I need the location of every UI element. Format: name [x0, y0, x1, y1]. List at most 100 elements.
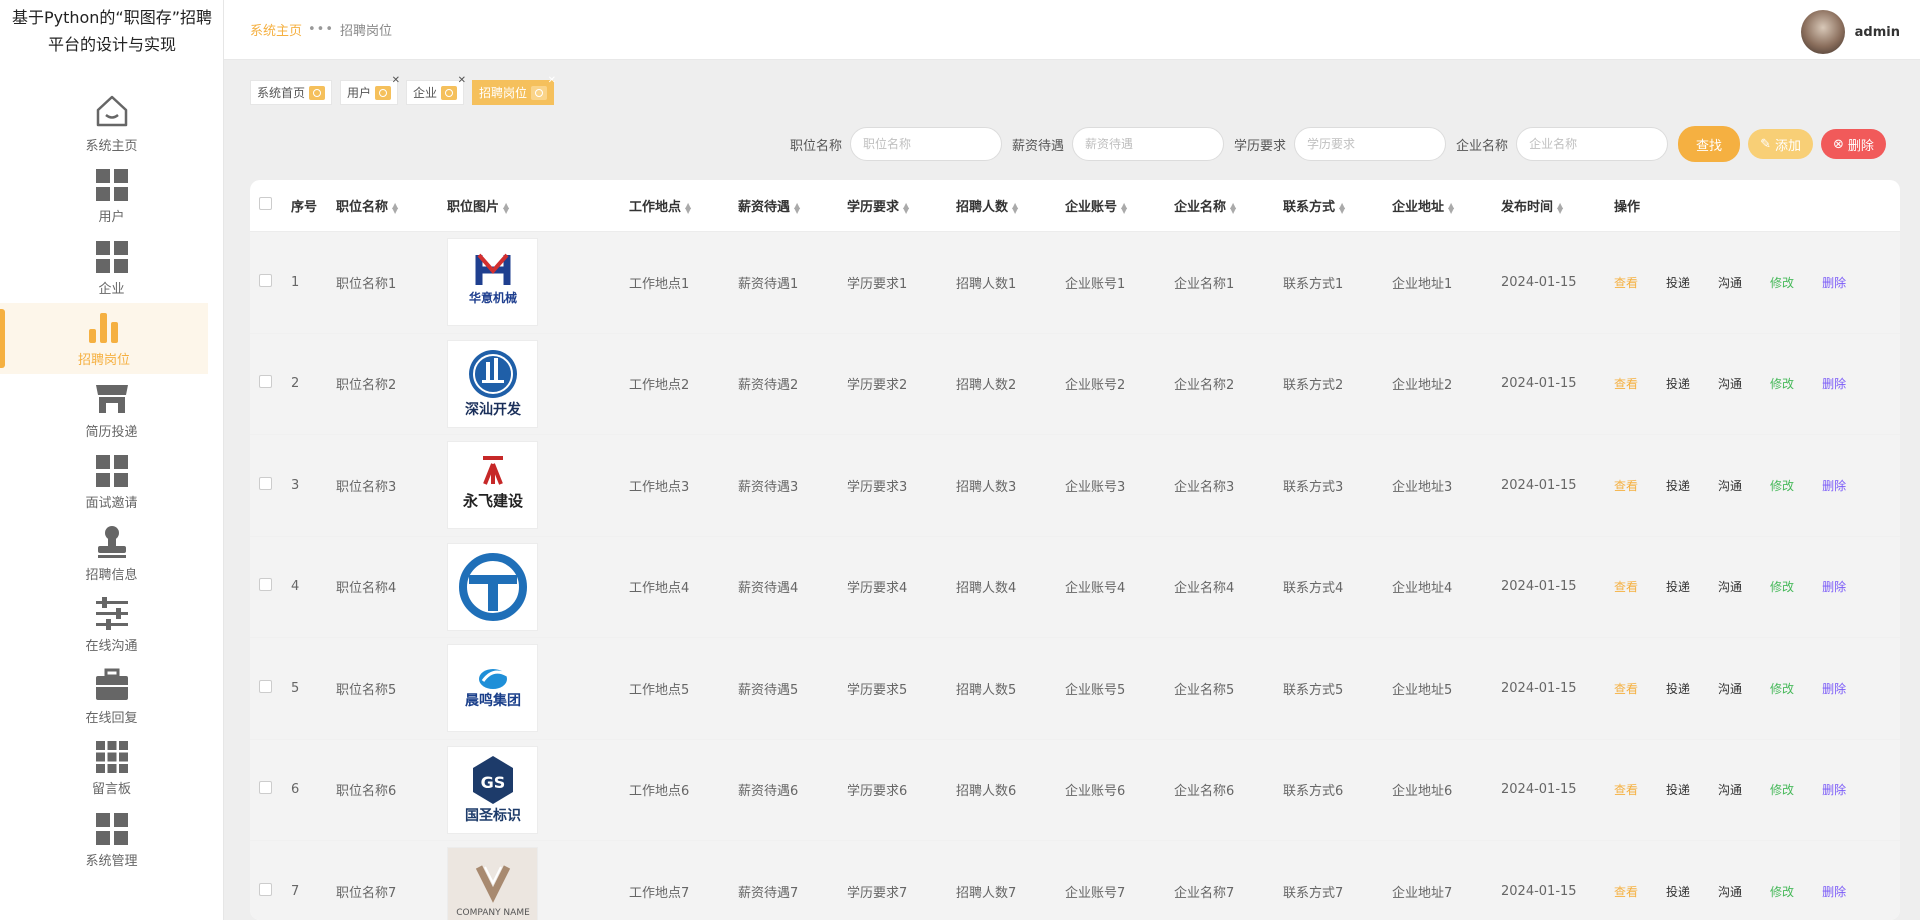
- chat-button[interactable]: 沟通: [1718, 477, 1742, 494]
- chat-button[interactable]: 沟通: [1718, 375, 1742, 392]
- chat-button[interactable]: 沟通: [1718, 680, 1742, 697]
- view-button[interactable]: 查看: [1614, 883, 1638, 900]
- col-header-education[interactable]: 学历要求 ▲ ▼: [847, 196, 956, 215]
- chat-button[interactable]: 沟通: [1718, 274, 1742, 291]
- col-header-address[interactable]: 企业地址 ▲ ▼: [1392, 196, 1501, 215]
- edit-button[interactable]: 修改: [1770, 680, 1794, 697]
- col-header-job-name[interactable]: 职位名称 ▲ ▼: [336, 196, 447, 215]
- delete-button[interactable]: 删除: [1822, 477, 1846, 494]
- avatar[interactable]: [1800, 10, 1845, 54]
- company-logo[interactable]: COMPANY NAME: [447, 847, 538, 920]
- company-logo[interactable]: [447, 542, 538, 631]
- breadcrumb-home[interactable]: 系统主页: [250, 20, 302, 39]
- chat-button[interactable]: 沟通: [1718, 578, 1742, 595]
- sidebar-item-jobs[interactable]: 招聘岗位: [0, 302, 208, 374]
- deliver-button[interactable]: 投递: [1666, 680, 1690, 697]
- col-header-time[interactable]: 发布时间 ▲ ▼: [1501, 196, 1614, 215]
- col-header-account[interactable]: 企业账号 ▲ ▼: [1065, 196, 1174, 215]
- col-header-count[interactable]: 招聘人数 ▲ ▼: [956, 196, 1065, 215]
- delete-button[interactable]: 删除: [1822, 781, 1846, 798]
- sidebar-item-interview[interactable]: 面试邀请: [0, 446, 223, 518]
- select-all-checkbox[interactable]: [259, 197, 272, 210]
- job-name-input[interactable]: [850, 127, 1003, 161]
- deliver-button[interactable]: 投递: [1666, 883, 1690, 900]
- deliver-button[interactable]: 投递: [1666, 477, 1690, 494]
- sidebar-item-recruit-info[interactable]: 招聘信息: [0, 517, 223, 589]
- view-button[interactable]: 查看: [1614, 375, 1638, 392]
- company-input[interactable]: [1516, 127, 1669, 161]
- sort-icon[interactable]: ▲ ▼: [1448, 201, 1454, 214]
- close-icon[interactable]: ✕: [392, 75, 400, 86]
- delete-button[interactable]: 删除: [1822, 375, 1846, 392]
- sort-icon[interactable]: ▲ ▼: [392, 201, 398, 214]
- view-button[interactable]: 查看: [1614, 274, 1638, 291]
- row-checkbox[interactable]: [259, 375, 272, 389]
- user-name[interactable]: admin: [1855, 25, 1900, 40]
- user-menu[interactable]: admin: [1800, 10, 1900, 54]
- tag-users[interactable]: 用户 ✕: [340, 75, 400, 105]
- sort-icon[interactable]: ▲ ▼: [1557, 201, 1563, 214]
- chat-button[interactable]: 沟通: [1718, 781, 1742, 798]
- deliver-button[interactable]: 投递: [1666, 781, 1690, 798]
- close-icon[interactable]: ✕: [458, 75, 466, 86]
- add-button[interactable]: ✎ 添加: [1748, 129, 1813, 159]
- col-header-contact[interactable]: 联系方式 ▲ ▼: [1283, 196, 1392, 215]
- edit-button[interactable]: 修改: [1770, 274, 1794, 291]
- col-header-salary[interactable]: 薪资待遇 ▲ ▼: [738, 196, 847, 215]
- edit-button[interactable]: 修改: [1770, 375, 1794, 392]
- col-header-job-image[interactable]: 职位图片 ▲ ▼: [447, 196, 629, 215]
- col-header-location[interactable]: 工作地点 ▲ ▼: [629, 196, 738, 215]
- row-checkbox[interactable]: [259, 476, 272, 490]
- sidebar-item-chat[interactable]: 在线沟通: [0, 589, 223, 661]
- sort-icon[interactable]: ▲ ▼: [503, 201, 509, 214]
- row-checkbox[interactable]: [259, 679, 272, 693]
- row-checkbox[interactable]: [259, 781, 272, 795]
- row-checkbox[interactable]: [259, 578, 272, 592]
- sort-icon[interactable]: ▲ ▼: [1339, 201, 1345, 214]
- sidebar-item-users[interactable]: 用户: [0, 160, 223, 232]
- edit-button[interactable]: 修改: [1770, 781, 1794, 798]
- sidebar-item-system[interactable]: 系统管理: [0, 803, 223, 875]
- batch-delete-button[interactable]: ⊗ 删除: [1820, 129, 1886, 159]
- edit-button[interactable]: 修改: [1770, 883, 1794, 900]
- view-button[interactable]: 查看: [1614, 477, 1638, 494]
- sort-icon[interactable]: ▲ ▼: [794, 201, 800, 214]
- sort-icon[interactable]: ▲ ▼: [903, 201, 909, 214]
- delete-button[interactable]: 删除: [1822, 883, 1846, 900]
- tag-jobs[interactable]: 招聘岗位 ✕: [472, 75, 556, 105]
- delete-button[interactable]: 删除: [1822, 680, 1846, 697]
- edit-button[interactable]: 修改: [1770, 578, 1794, 595]
- chat-button[interactable]: 沟通: [1718, 883, 1742, 900]
- delete-button[interactable]: 删除: [1822, 274, 1846, 291]
- search-button[interactable]: 查找: [1678, 126, 1741, 162]
- sort-icon[interactable]: ▲ ▼: [1230, 201, 1236, 214]
- col-header-company[interactable]: 企业名称 ▲ ▼: [1174, 196, 1283, 215]
- row-checkbox[interactable]: [259, 273, 272, 287]
- row-checkbox[interactable]: [259, 882, 272, 896]
- salary-input[interactable]: [1072, 127, 1225, 161]
- education-input[interactable]: [1294, 127, 1447, 161]
- company-logo[interactable]: GS 国圣标识: [447, 745, 538, 834]
- deliver-button[interactable]: 投递: [1666, 578, 1690, 595]
- delete-button[interactable]: 删除: [1822, 578, 1846, 595]
- sidebar-item-resume[interactable]: 简历投递: [0, 374, 223, 446]
- company-logo[interactable]: 华意机械: [447, 238, 538, 327]
- sort-icon[interactable]: ▲ ▼: [1012, 201, 1018, 214]
- deliver-button[interactable]: 投递: [1666, 274, 1690, 291]
- view-button[interactable]: 查看: [1614, 578, 1638, 595]
- sort-icon[interactable]: ▲ ▼: [1121, 201, 1127, 214]
- view-button[interactable]: 查看: [1614, 781, 1638, 798]
- tag-company[interactable]: 企业 ✕: [406, 75, 466, 105]
- sort-icon[interactable]: ▲ ▼: [685, 201, 691, 214]
- deliver-button[interactable]: 投递: [1666, 375, 1690, 392]
- sidebar-item-home[interactable]: 系统主页: [0, 88, 223, 160]
- sidebar-item-reply[interactable]: 在线回复: [0, 660, 223, 732]
- sidebar-item-company[interactable]: 企业: [0, 231, 223, 303]
- sidebar-item-messages[interactable]: 留言板: [0, 732, 223, 804]
- edit-button[interactable]: 修改: [1770, 477, 1794, 494]
- tag-home[interactable]: 系统首页: [250, 80, 333, 105]
- close-icon[interactable]: ✕: [548, 75, 556, 86]
- company-logo[interactable]: 深汕开发: [447, 339, 538, 428]
- view-button[interactable]: 查看: [1614, 680, 1638, 697]
- company-logo[interactable]: 晨鸣集团: [447, 644, 538, 733]
